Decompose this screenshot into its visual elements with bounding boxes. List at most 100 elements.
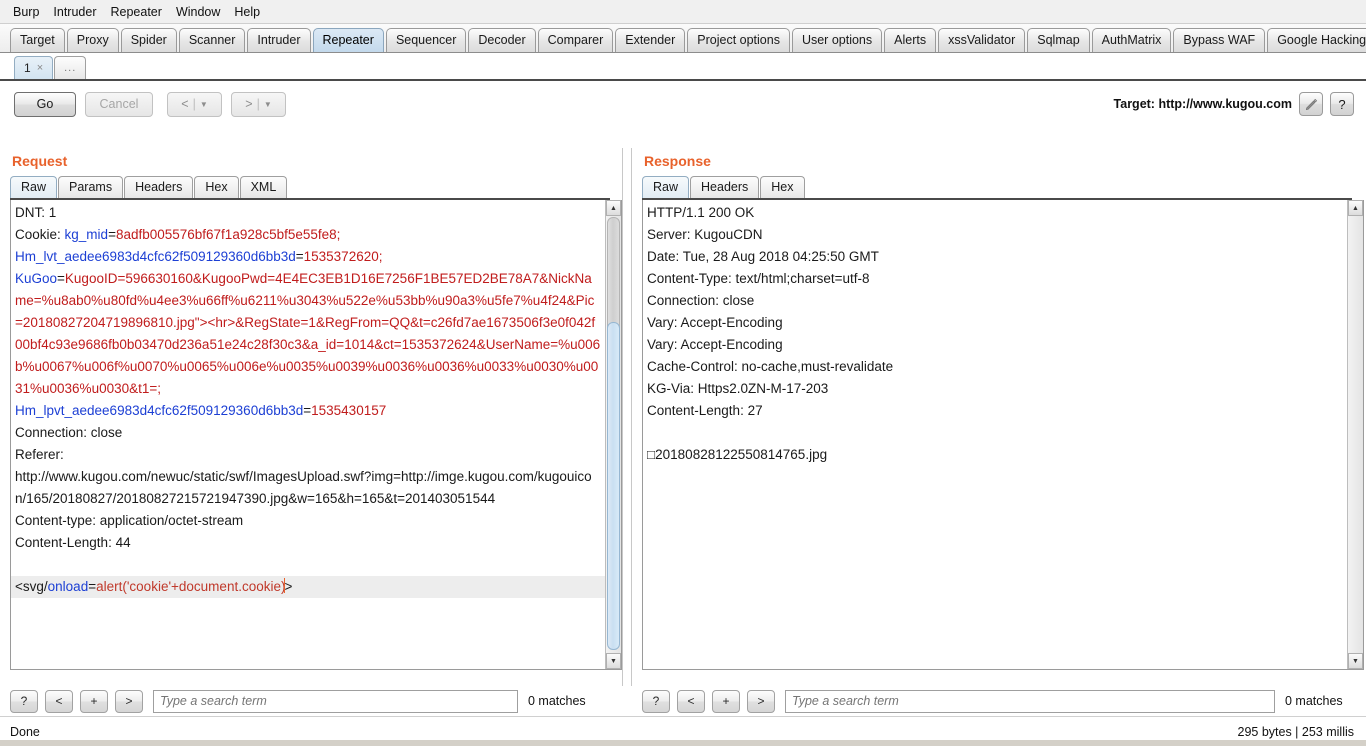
response-title: Response [644, 153, 711, 169]
response-search-next-button[interactable]: > [747, 689, 775, 713]
cookie-name-kugoo: KuGoo [15, 271, 58, 286]
request-editor-container: DNT: 1 Cookie: kg_mid = 8adfb005576bf67f1a… [10, 200, 622, 670]
request-search-add-button[interactable]: + [80, 689, 108, 713]
request-payload-line[interactable]: <svg/onload=alert('cookie'+document.cook… [11, 576, 605, 598]
scroll-down-icon[interactable]: ▼ [606, 653, 621, 669]
request-panel: Request Raw Params Headers Hex XML DNT: … [0, 148, 622, 686]
response-tab-headers[interactable]: Headers [690, 176, 760, 198]
go-button[interactable]: Go [14, 91, 76, 117]
target-help-button[interactable]: ? [1330, 92, 1354, 116]
request-scroll-thumb-upper[interactable] [607, 217, 620, 335]
response-metrics: 295 bytes | 253 millis [1237, 724, 1355, 739]
tab-bypass-waf[interactable]: Bypass WAF [1173, 28, 1266, 52]
request-vertical-scrollbar[interactable]: ▲ ▼ [605, 200, 621, 669]
tab-intruder[interactable]: Intruder [247, 28, 311, 52]
request-search-bar: ? < + > 0 matches [0, 686, 622, 716]
tab-google-hacking[interactable]: Google Hacking [1267, 28, 1366, 52]
cookie-name-kg-mid: kg_mid [64, 227, 109, 242]
response-search-help-button[interactable]: ? [642, 689, 670, 713]
menu-item-burp[interactable]: Burp [6, 2, 46, 22]
tab-target[interactable]: Target [10, 28, 65, 52]
request-response-panels: Request Raw Params Headers Hex XML DNT: … [0, 148, 1366, 686]
request-tab-params[interactable]: Params [58, 176, 124, 198]
window-bottom-edge [0, 740, 1366, 746]
cookie-value-kg-mid: 8adfb005576bf67f1a928c5bf5e55fe8; [115, 227, 341, 242]
response-line-date: Date: Tue, 28 Aug 2018 04:25:50 GMT [647, 249, 879, 264]
scroll-down-icon[interactable]: ▼ [1348, 653, 1363, 669]
request-search-help-button[interactable]: ? [10, 689, 38, 713]
repeater-tab-label: 1 [24, 61, 31, 75]
panel-splitter[interactable] [622, 148, 632, 686]
request-line-referer-label: Referer: [15, 447, 64, 462]
response-editor-container: HTTP/1.1 200 OK Server: KugouCDN Date: T… [642, 200, 1364, 670]
repeater-tab-bar: 1 × ... [0, 53, 1366, 81]
response-search-add-button[interactable]: + [712, 689, 740, 713]
close-icon[interactable]: × [37, 57, 43, 79]
payload-script: alert('cookie'+document.cookie) [96, 579, 286, 594]
request-tab-headers[interactable]: Headers [124, 176, 194, 198]
ellipsis-icon: ... [64, 62, 77, 74]
response-vertical-scrollbar[interactable]: ▲ ▼ [1347, 200, 1363, 669]
request-search-prev-button[interactable]: < [45, 689, 73, 713]
menu-item-help[interactable]: Help [227, 2, 267, 22]
response-match-count: 0 matches [1285, 694, 1343, 708]
request-tab-hex[interactable]: Hex [194, 176, 239, 198]
edit-target-button[interactable] [1299, 92, 1323, 116]
tab-authmatrix[interactable]: AuthMatrix [1091, 28, 1172, 52]
request-line-content-type: Content-type: application/octet-stream [15, 513, 244, 528]
target-area: Target: http://www.kugou.com ? [1114, 92, 1354, 116]
tab-comparer[interactable]: Comparer [537, 28, 614, 52]
button-separator: | [256, 97, 260, 111]
repeater-tab-new[interactable]: ... [54, 56, 87, 79]
cookie-value-kugoo: KugooID=596630160&KugooPwd=4E4EC3EB1D16E… [15, 271, 601, 396]
target-label: Target: http://www.kugou.com [1113, 97, 1292, 111]
request-scroll-thumb[interactable] [607, 322, 620, 650]
request-line-content-length: Content-Length: 44 [15, 535, 131, 550]
tab-alerts[interactable]: Alerts [884, 28, 937, 52]
menu-item-intruder[interactable]: Intruder [46, 2, 103, 22]
response-search-bar: ? < + > 0 matches [622, 686, 1366, 716]
menu-item-window[interactable]: Window [169, 2, 227, 22]
menu-item-repeater[interactable]: Repeater [104, 2, 169, 22]
response-line-status: HTTP/1.1 200 OK [647, 205, 755, 220]
request-line-dnt: DNT: 1 [15, 205, 57, 220]
tab-project-options[interactable]: Project options [687, 28, 790, 52]
back-button[interactable]: < | ▼ [167, 91, 222, 117]
response-line-vary-2: Vary: Accept-Encoding [647, 337, 783, 352]
cookie-value-hm-lpvt: 1535430157 [311, 403, 387, 418]
tab-spider[interactable]: Spider [120, 28, 177, 52]
tab-sequencer[interactable]: Sequencer [385, 28, 467, 52]
tab-repeater[interactable]: Repeater [312, 28, 384, 52]
response-line-cache-control: Cache-Control: no-cache,must-revalidate [647, 359, 894, 374]
tab-scanner[interactable]: Scanner [178, 28, 246, 52]
tab-user-options[interactable]: User options [791, 28, 883, 52]
request-editor[interactable]: DNT: 1 Cookie: kg_mid = 8adfb005576bf67f1a… [11, 200, 605, 669]
response-tab-bar: Raw Headers Hex [642, 176, 1352, 200]
response-tab-raw[interactable]: Raw [642, 176, 690, 198]
request-tab-xml[interactable]: XML [239, 176, 288, 198]
request-tab-bar: Raw Params Headers Hex XML [10, 176, 610, 200]
request-search-next-button[interactable]: > [115, 689, 143, 713]
payload-attr-onload: onload [47, 579, 89, 594]
status-text: Done [10, 724, 40, 739]
repeater-tab-1[interactable]: 1 × [14, 56, 54, 79]
response-search-prev-button[interactable]: < [677, 689, 705, 713]
request-tab-raw[interactable]: Raw [10, 176, 58, 198]
tab-extender[interactable]: Extender [615, 28, 686, 52]
scroll-up-icon[interactable]: ▲ [1348, 200, 1363, 216]
response-tab-hex[interactable]: Hex [760, 176, 805, 198]
request-search-input[interactable] [153, 689, 518, 713]
tab-proxy[interactable]: Proxy [66, 28, 119, 52]
forward-button[interactable]: > | ▼ [231, 91, 286, 117]
tab-decoder[interactable]: Decoder [468, 28, 536, 52]
tab-sqlmap[interactable]: Sqlmap [1027, 28, 1090, 52]
cancel-button: Cancel [85, 91, 153, 117]
response-line-content-type: Content-Type: text/html;charset=utf-8 [647, 271, 870, 286]
forward-arrow-icon: > [245, 97, 253, 111]
request-match-count: 0 matches [528, 694, 586, 708]
response-editor[interactable]: HTTP/1.1 200 OK Server: KugouCDN Date: T… [643, 200, 1347, 669]
scroll-up-icon[interactable]: ▲ [606, 200, 621, 216]
response-search-input[interactable] [785, 689, 1275, 713]
tab-xssvalidator[interactable]: xssValidator [938, 28, 1026, 52]
chevron-down-icon: ▼ [199, 99, 208, 109]
